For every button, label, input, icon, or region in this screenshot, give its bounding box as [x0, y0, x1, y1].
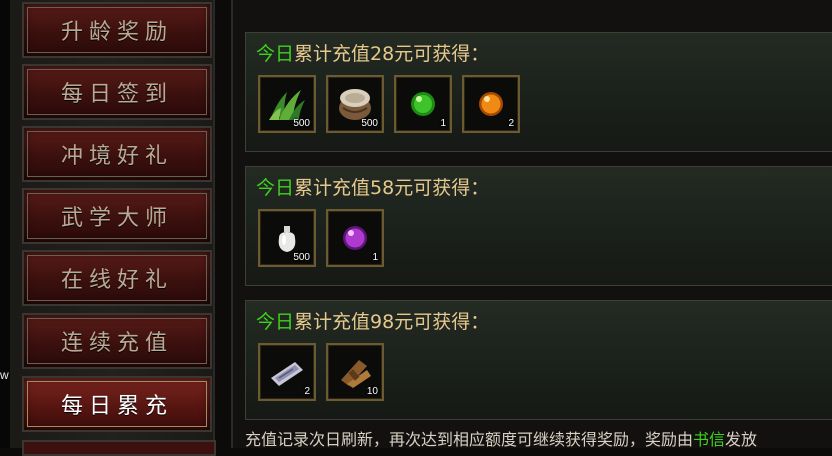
sidebar-item-daily-signin[interactable]: 每日签到	[22, 64, 212, 120]
reward-slot[interactable]: 2	[462, 75, 520, 133]
footer-text-end: 发放	[725, 430, 758, 449]
reward-items: 500 500 1 2	[258, 75, 520, 133]
sidebar: 升龄奖励 每日签到 冲境好礼 武学大师 在线好礼 连续充值 每日累充	[10, 0, 216, 456]
green-orb-icon	[411, 92, 435, 116]
reward-tier-98: 今日累计充值98元可获得： 2 10	[245, 300, 832, 420]
reward-slot[interactable]: 2	[258, 343, 316, 401]
sidebar-item-label: 连续充值	[60, 331, 173, 356]
reward-slot[interactable]: 500	[326, 75, 384, 133]
reward-slot[interactable]: 1	[394, 75, 452, 133]
orange-orb-icon	[479, 92, 503, 116]
reward-main-panel: 今日累计充值28元可获得： 500 500 1 2 今日累计充值58元可获得： …	[231, 0, 832, 450]
tier-title: 今日累计充值98元可获得：	[256, 307, 489, 334]
sidebar-item-label: 升龄奖励	[60, 20, 173, 45]
footer-highlight: 书信	[693, 430, 726, 449]
item-quantity: 500	[361, 118, 378, 129]
purple-orb-icon	[343, 226, 367, 250]
sidebar-item-online-gift[interactable]: 在线好礼	[22, 250, 212, 306]
item-quantity: 2	[304, 386, 310, 397]
reward-tier-58: 今日累计充值58元可获得： 500 1	[245, 166, 832, 286]
sidebar-item-daily-cumulative[interactable]: 每日累充	[22, 376, 212, 432]
item-quantity: 500	[293, 252, 310, 263]
sidebar-item-label: 每日累充	[60, 394, 173, 419]
footer-notice: 充值记录次日刷新，再次达到相应额度可继续获得奖励，奖励由书信发放	[245, 426, 757, 450]
sidebar-item-age-reward[interactable]: 升龄奖励	[22, 2, 212, 58]
tier-condition: 累计充值28元可获得：	[294, 43, 490, 65]
item-quantity: 10	[366, 386, 378, 397]
tier-title: 今日累计充值28元可获得：	[256, 39, 489, 66]
sidebar-item-label: 在线好礼	[60, 268, 173, 293]
scroll-ticket-icon	[271, 362, 303, 386]
item-quantity: 1	[372, 252, 378, 263]
sidebar-item-label: 武学大师	[60, 206, 173, 231]
item-quantity: 2	[508, 118, 514, 129]
tier-condition: 累计充值58元可获得：	[294, 177, 490, 199]
sidebar-item-continuous-recharge[interactable]: 连续充值	[22, 313, 212, 369]
today-label: 今日	[256, 43, 295, 65]
item-quantity: 1	[440, 118, 446, 129]
reward-slot[interactable]: 500	[258, 75, 316, 133]
sidebar-item-martial-master[interactable]: 武学大师	[22, 188, 212, 244]
edge-label-w: w	[0, 368, 9, 382]
tier-title: 今日累计充值58元可获得：	[256, 173, 489, 200]
sidebar-item-realm-gift[interactable]: 冲境好礼	[22, 126, 212, 182]
sidebar-item-label: 冲境好礼	[60, 144, 173, 169]
today-label: 今日	[256, 177, 295, 199]
footer-text: 充值记录次日刷新，再次达到相应额度可继续获得奖励，奖励由	[245, 430, 694, 449]
sidebar-item-partial[interactable]	[22, 440, 216, 456]
sidebar-item-label: 每日签到	[60, 82, 173, 107]
tier-condition: 累计充值98元可获得：	[294, 311, 490, 333]
reward-slot[interactable]: 10	[326, 343, 384, 401]
reward-slot[interactable]: 1	[326, 209, 384, 267]
reward-tier-28: 今日累计充值28元可获得： 500 500 1 2	[245, 32, 832, 152]
reward-items: 500 1	[258, 209, 384, 267]
item-quantity: 500	[293, 118, 310, 129]
reward-items: 2 10	[258, 343, 384, 401]
today-label: 今日	[256, 311, 295, 333]
reward-slot[interactable]: 500	[258, 209, 316, 267]
